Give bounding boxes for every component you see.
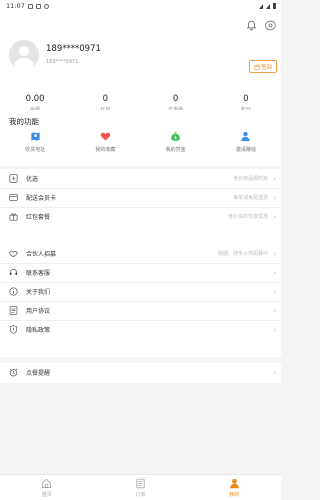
- func-favorites[interactable]: 我的收藏: [70, 131, 140, 153]
- menu-label: 联系客服: [26, 270, 51, 277]
- menu-label: 配送会员卡: [26, 195, 57, 202]
- menu-group-reminder: 点餐提醒 ›: [0, 363, 281, 383]
- heart-icon: [100, 132, 111, 141]
- notification-icon: [27, 3, 33, 9]
- handshake-icon: [9, 250, 18, 258]
- status-time: 11:07: [6, 2, 25, 10]
- profile-card: 189****0971 189****0971 签到 0.00 余额 0 红包 …: [0, 12, 281, 113]
- shield-icon: [9, 325, 18, 334]
- menu-hint: 低价买红包享优惠: [228, 214, 269, 220]
- home-icon: [42, 478, 52, 488]
- func-label: 收货地址: [25, 147, 46, 153]
- menu-item-order-reminder[interactable]: 点餐提醒 ›: [0, 363, 281, 382]
- menu-item-privacy[interactable]: 隐私政策 ›: [0, 320, 281, 339]
- tab-orders[interactable]: 订单: [94, 475, 188, 500]
- settings-icon[interactable]: [265, 16, 276, 31]
- calendar-icon: [254, 63, 260, 70]
- gift-icon: [9, 213, 18, 221]
- user-icon: [229, 478, 239, 489]
- func-label: 我的赏金: [165, 147, 186, 153]
- chevron-right-icon: ›: [273, 249, 276, 258]
- menu-hint: 跑腿、骑手火热招募中: [218, 251, 269, 257]
- menu-label: 红包套餐: [26, 214, 51, 221]
- money-bag-icon: [171, 132, 181, 141]
- tab-label: 首页: [41, 492, 52, 498]
- menu-item-member-card[interactable]: 配送会员卡 每单减免配送费 ›: [0, 188, 281, 207]
- menu-hint: 低价商品限时抢: [233, 176, 269, 182]
- menu-label: 合伙人招募: [26, 251, 57, 258]
- chevron-right-icon: ›: [273, 193, 276, 202]
- menu-group-support: 合伙人招募 跑腿、骑手火热招募中 › 联系客服 › 关于我们 › 用户协议 › …: [0, 244, 281, 357]
- battery-icon: [272, 3, 276, 9]
- tab-mine[interactable]: 我的: [187, 475, 281, 500]
- menu-group-services: 优选 低价商品限时抢 › 配送会员卡 每单减免配送费 › 红包套餐 低价买红包享…: [0, 169, 281, 245]
- func-invite[interactable]: 邀请赚钱: [211, 131, 281, 153]
- headset-icon: [9, 269, 18, 276]
- chevron-right-icon: ›: [273, 325, 276, 334]
- stat-value: 0.00: [25, 94, 45, 104]
- func-label: 邀请赚钱: [235, 147, 256, 153]
- signal-icon: [265, 3, 270, 9]
- tab-bar: 首页 订单 我的: [0, 474, 281, 500]
- menu-item-customer-service[interactable]: 联系客服 ›: [0, 263, 281, 282]
- chevron-right-icon: ›: [273, 306, 276, 315]
- bell-icon[interactable]: [246, 16, 257, 31]
- chevron-right-icon: ›: [273, 174, 276, 183]
- menu-label: 隐私政策: [26, 327, 51, 334]
- functions-section: 我的功能 收货地址 我的收藏 我的赏金 邀请赚钱: [0, 110, 281, 166]
- chevron-right-icon: ›: [273, 368, 276, 377]
- tab-home[interactable]: 首页: [0, 475, 94, 500]
- menu-item-redpacket-bundle[interactable]: 红包套餐 低价买红包享优惠 ›: [0, 207, 281, 226]
- menu-label: 关于我们: [26, 289, 51, 296]
- notification-icon: [35, 3, 41, 9]
- menu-label: 点餐提醒: [26, 370, 51, 377]
- user-subtitle: 189****0971: [46, 59, 79, 65]
- func-address[interactable]: 收货地址: [0, 131, 70, 153]
- stat-value: 0: [243, 94, 249, 104]
- chevron-right-icon: ›: [273, 287, 276, 296]
- document-icon: [9, 306, 18, 315]
- menu-hint: 每单减免配送费: [233, 195, 269, 201]
- chevron-right-icon: ›: [273, 268, 276, 277]
- wifi-icon: [258, 3, 263, 9]
- username: 189****0971: [46, 44, 101, 54]
- functions-title: 我的功能: [9, 117, 39, 126]
- tab-label: 订单: [135, 492, 146, 498]
- menu-item-youxuan[interactable]: 优选 低价商品限时抢 ›: [0, 169, 281, 188]
- menu-item-about[interactable]: 关于我们 ›: [0, 282, 281, 301]
- chevron-right-icon: ›: [273, 212, 276, 221]
- sign-in-label: 签到: [260, 64, 272, 71]
- alarm-icon: [9, 368, 18, 377]
- stat-value: 0: [172, 94, 179, 104]
- map-icon: [31, 132, 40, 141]
- menu-label: 优选: [26, 176, 39, 183]
- menu-label: 用户协议: [26, 308, 51, 315]
- tab-label: 我的: [229, 492, 240, 498]
- flash-icon: [9, 174, 18, 183]
- menu-item-user-agreement[interactable]: 用户协议 ›: [0, 301, 281, 320]
- order-icon: [136, 478, 145, 489]
- sign-in-button[interactable]: 签到: [249, 60, 277, 73]
- status-bar: 11:07: [0, 0, 281, 12]
- person-icon: [241, 131, 250, 142]
- menu-item-partner[interactable]: 合伙人招募 跑腿、骑手火热招募中 ›: [0, 244, 281, 263]
- card-icon: [9, 194, 18, 201]
- func-label: 我的收藏: [95, 147, 116, 153]
- func-bounty[interactable]: 我的赏金: [141, 131, 211, 153]
- notification-icon: [43, 3, 49, 9]
- stat-value: 0: [102, 94, 109, 104]
- info-icon: [9, 287, 18, 296]
- avatar[interactable]: [9, 40, 39, 70]
